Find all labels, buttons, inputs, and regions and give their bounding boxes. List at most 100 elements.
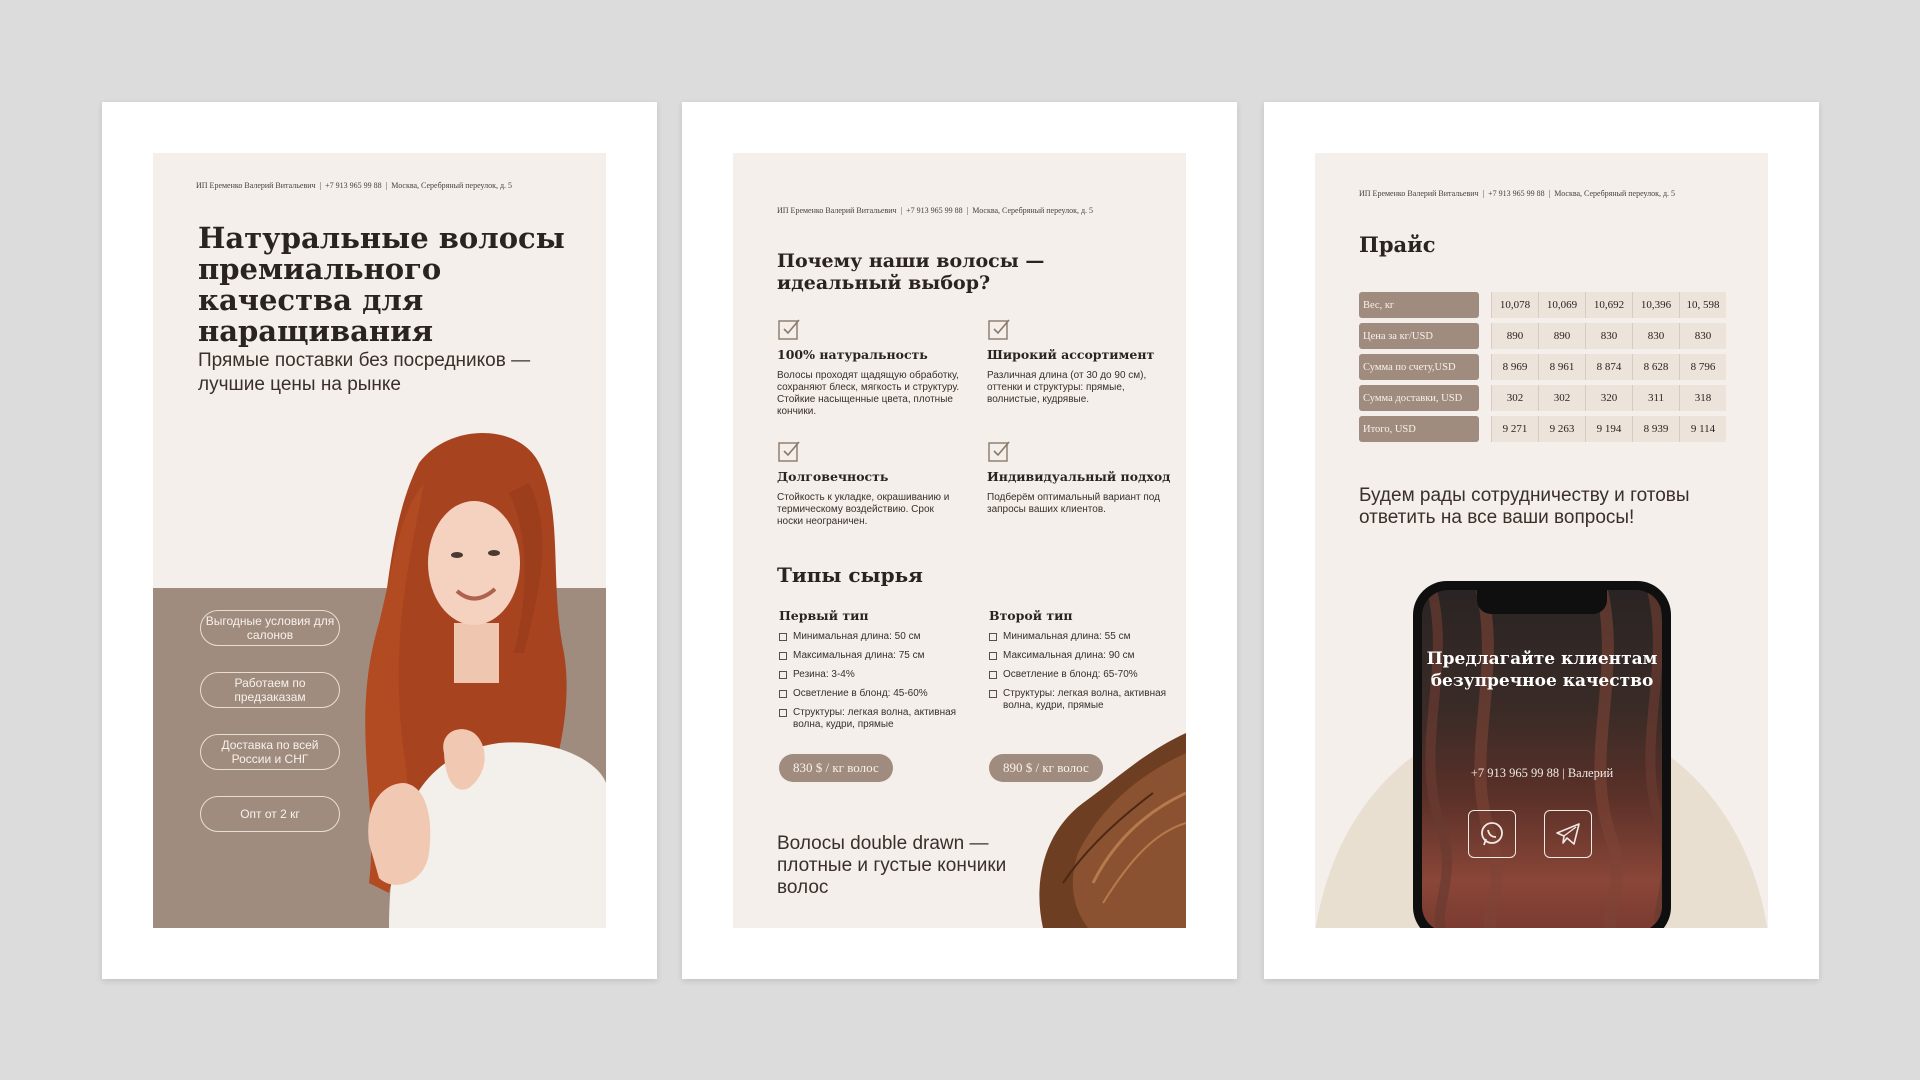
price-cell: 10,396: [1632, 292, 1679, 318]
feature-text: Подберём оптимальный вариант под запросы…: [987, 492, 1160, 515]
double-drawn-note: Волосы double drawn — плотные и густые к…: [777, 833, 1007, 898]
type-spec: Максимальная длина: 90 см: [989, 650, 1179, 662]
benefit-pill: Работаем по предзаказам: [200, 672, 340, 708]
screen-contact: +7 913 965 99 88 | Валерий: [1470, 766, 1614, 780]
price-cell: 9 114: [1679, 416, 1726, 442]
price-row: Итого, USD 9 271 9 263 9 194 8 939 9 114: [1359, 416, 1726, 442]
price-cell: 10,078: [1491, 292, 1538, 318]
feature-text: Волосы проходят щадящую обработку, сохра…: [777, 370, 960, 417]
price-cell: 10, 598: [1679, 292, 1726, 318]
contact-line: ИП Еременко Валерий Витальевич+7 913 965…: [777, 206, 1093, 215]
telegram-icon[interactable]: [1544, 810, 1592, 858]
feature-assortment: Широкий ассортимент Различная длина (от …: [987, 317, 1172, 406]
price-row-gap: [1479, 385, 1491, 411]
why-title: Почему наши волосы — идеальный выбор?: [777, 250, 1045, 294]
type-spec: Структуры: легкая волна, активная волна,…: [989, 688, 1179, 712]
price-cell: 320: [1585, 385, 1632, 411]
contact-line: ИП Еременко Валерий Витальевич+7 913 965…: [196, 181, 512, 190]
brochure-page-3: ИП Еременко Валерий Витальевич+7 913 965…: [1315, 153, 1768, 928]
checkbox-icon: [988, 319, 1010, 340]
brochure-page-1-sheet: ИП Еременко Валерий Витальевич+7 913 965…: [102, 102, 657, 979]
woman-photo: [365, 433, 606, 928]
hair-wave-background: [1425, 590, 1662, 928]
brochure-page-3-sheet: ИП Еременко Валерий Витальевич+7 913 965…: [1264, 102, 1819, 979]
type-spec: Резина: 3-4%: [779, 669, 969, 681]
type-spec: Минимальная длина: 55 см: [989, 631, 1179, 643]
checkbox-icon: [988, 441, 1010, 462]
type-first: Первый тип Минимальная длина: 50 см Макс…: [779, 608, 969, 738]
contact-address: Москва, Серебряный переулок, д. 5: [963, 206, 1093, 215]
benefit-pill: Опт от 2 кг: [200, 796, 340, 832]
feature-title: 100% натуральность: [777, 347, 928, 362]
feature-title: Долговечность: [777, 469, 889, 484]
phone-mockup: Предлагайте клиентам безупречное качеств…: [1413, 581, 1671, 928]
brochure-page-2: ИП Еременко Валерий Витальевич+7 913 965…: [733, 153, 1186, 928]
price-cell: 890: [1538, 323, 1585, 349]
page-title: Натуральные волосы премиального качества…: [198, 221, 565, 348]
contact-name: ИП Еременко Валерий Витальевич: [196, 181, 316, 190]
price-badge: 830 $ / кг волос: [779, 754, 893, 782]
price-row: Цена за кг/USD 890 890 830 830 830: [1359, 323, 1726, 349]
type-spec: Минимальная длина: 50 см: [779, 631, 969, 643]
price-row-label: Вес, кг: [1359, 292, 1479, 318]
type-title: Второй тип: [989, 608, 1073, 623]
price-row: Сумма доставки, USD 302 302 320 311 318: [1359, 385, 1726, 411]
contact-line: ИП Еременко Валерий Витальевич+7 913 965…: [1359, 189, 1675, 198]
checkbox-icon: [778, 441, 800, 462]
type-title: Первый тип: [779, 608, 869, 623]
price-cell: 8 939: [1632, 416, 1679, 442]
price-row-label: Цена за кг/USD: [1359, 323, 1479, 349]
contact-phone: +7 913 965 99 88: [316, 181, 382, 190]
price-cell: 890: [1491, 323, 1538, 349]
price-cell: 830: [1679, 323, 1726, 349]
benefit-pill: Выгодные условия для салонов: [200, 610, 340, 646]
type-spec: Структуры: легкая волна, активная волна,…: [779, 707, 969, 731]
phone-notch: [1477, 590, 1607, 614]
price-cell: 8 874: [1585, 354, 1632, 380]
price-cell: 311: [1632, 385, 1679, 411]
price-cell: 302: [1491, 385, 1538, 411]
checkbox-icon: [778, 319, 800, 340]
price-cell: 8 628: [1632, 354, 1679, 380]
contact-phone: +7 913 965 99 88: [1479, 189, 1545, 198]
price-row-label: Сумма по счету,USD: [1359, 354, 1479, 380]
benefit-pill: Доставка по всей России и СНГ: [200, 734, 340, 770]
brochure-page-1: ИП Еременко Валерий Витальевич+7 913 965…: [153, 153, 606, 928]
feature-text: Стойкость к укладке, окрашиванию и терми…: [777, 492, 950, 527]
contact-phone: +7 913 965 99 88: [897, 206, 963, 215]
price-row-gap: [1479, 354, 1491, 380]
feature-durability: Долговечность Стойкость к укладке, окраш…: [777, 439, 962, 528]
price-row-label: Сумма доставки, USD: [1359, 385, 1479, 411]
price-cell: 318: [1679, 385, 1726, 411]
price-cell: 8 961: [1538, 354, 1585, 380]
price-cell: 8 969: [1491, 354, 1538, 380]
phone-screen: Предлагайте клиентам безупречное качеств…: [1422, 590, 1662, 928]
price-title: Прайс: [1359, 232, 1436, 257]
price-cell: 9 263: [1538, 416, 1585, 442]
price-cell: 9 194: [1585, 416, 1632, 442]
price-row: Вес, кг 10,078 10,069 10,692 10,396 10, 598: [1359, 292, 1726, 318]
price-badge: 890 $ / кг волос: [989, 754, 1103, 782]
type-spec: Максимальная длина: 75 см: [779, 650, 969, 662]
feature-title: Широкий ассортимент: [987, 347, 1155, 362]
types-title: Типы сырья: [777, 563, 923, 587]
price-row-gap: [1479, 416, 1491, 442]
page-subtitle: Прямые поставки без посредников — лучшие…: [198, 350, 531, 395]
price-cell: 10,069: [1538, 292, 1585, 318]
price-row: Сумма по счету,USD 8 969 8 961 8 874 8 628 8 …: [1359, 354, 1726, 380]
type-spec: Осветление в блонд: 45-60%: [779, 688, 969, 700]
whatsapp-icon[interactable]: [1468, 810, 1516, 858]
type-spec: Осветление в блонд: 65-70%: [989, 669, 1179, 681]
price-cell: 9 271: [1491, 416, 1538, 442]
type-second: Второй тип Минимальная длина: 55 см Макс…: [989, 608, 1179, 719]
price-row-label: Итого, USD: [1359, 416, 1479, 442]
contact-name: ИП Еременко Валерий Витальевич: [777, 206, 897, 215]
price-cell: 10,692: [1585, 292, 1632, 318]
brochure-page-2-sheet: ИП Еременко Валерий Витальевич+7 913 965…: [682, 102, 1237, 979]
feature-naturalness: 100% натуральность Волосы проходят щадящ…: [777, 317, 962, 418]
contact-address: Москва, Серебряный переулок, д. 5: [1545, 189, 1675, 198]
feature-title: Индивидуальный подход: [987, 469, 1171, 484]
contact-address: Москва, Серебряный переулок, д. 5: [382, 181, 512, 190]
screen-title: Предлагайте клиентам безупречное качеств…: [1426, 649, 1658, 691]
price-row-gap: [1479, 292, 1491, 318]
